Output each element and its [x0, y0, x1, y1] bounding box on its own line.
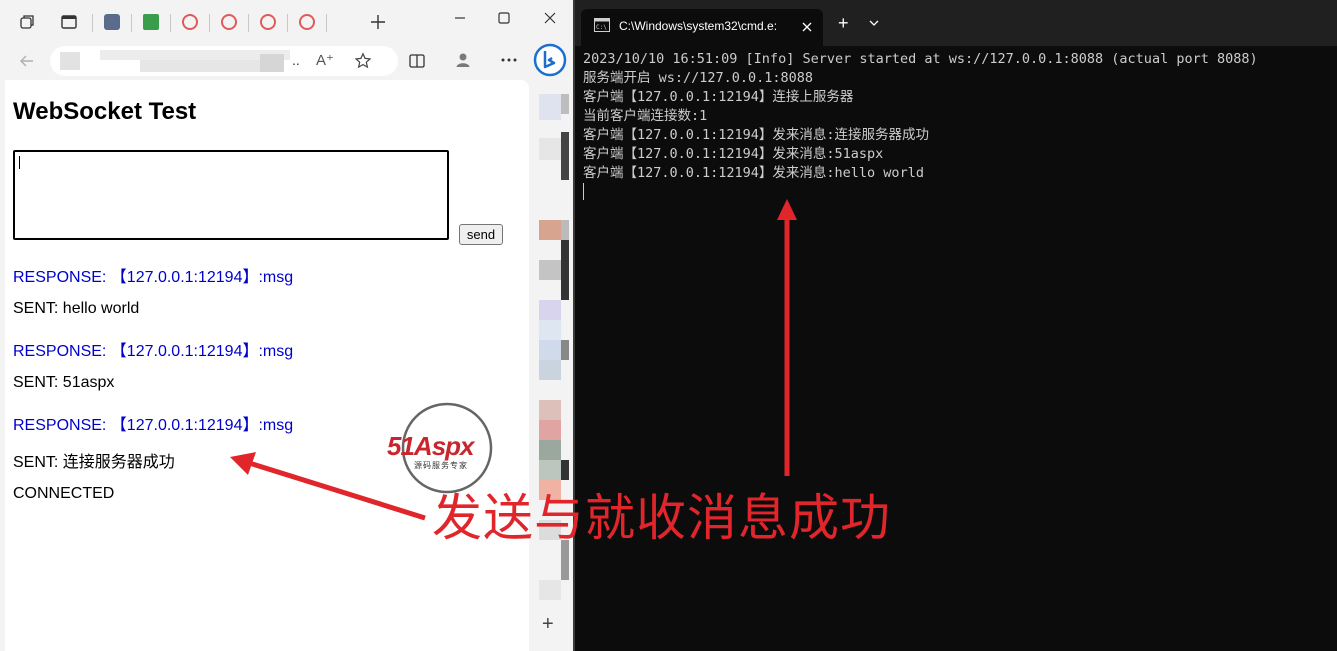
- browser-tab-bar: [0, 0, 574, 42]
- back-arrow-icon[interactable]: [18, 52, 36, 70]
- url-ellipsis: ..: [292, 52, 300, 68]
- read-aloud-icon[interactable]: A⁺: [316, 51, 334, 69]
- favorite-star-icon[interactable]: [354, 52, 372, 70]
- log-line: RESPONSE: 【127.0.0.1:12194】:msg: [13, 417, 294, 434]
- url-blur: [260, 54, 284, 72]
- terminal-tab-title: C:\Windows\system32\cmd.e:: [619, 19, 778, 33]
- bing-copilot-icon[interactable]: [533, 43, 567, 77]
- more-options-icon[interactable]: [500, 51, 518, 69]
- log-line: RESPONSE: 【127.0.0.1:12194】:msg: [13, 343, 294, 360]
- blurred-sidebar-item: [539, 220, 561, 240]
- send-button[interactable]: send: [459, 224, 503, 245]
- blurred-sidebar-item: [561, 94, 569, 114]
- log-line: RESPONSE: 【127.0.0.1:12194】:msg: [13, 269, 294, 286]
- blurred-sidebar-item: [539, 520, 561, 540]
- terminal-line: 服务端开启 ws://127.0.0.1:8088: [583, 70, 814, 86]
- blurred-sidebar-item: [539, 138, 561, 160]
- tab-link-favicon[interactable]: [104, 14, 120, 30]
- split-screen-icon[interactable]: [408, 52, 426, 70]
- web-page: WebSocket Test send RESPONSE: 【127.0.0.1…: [5, 80, 529, 651]
- tab-separator: [209, 14, 210, 32]
- blurred-sidebar-item: [539, 420, 561, 440]
- tab-actions-icon[interactable]: [60, 13, 78, 31]
- blurred-sidebar-item: [539, 480, 561, 500]
- tab-separator: [170, 14, 171, 32]
- message-input[interactable]: [13, 150, 449, 240]
- workspaces-icon[interactable]: [18, 13, 36, 31]
- terminal-line: 客户端【127.0.0.1:12194】发来消息:51aspx: [583, 146, 884, 162]
- terminal-line: 客户端【127.0.0.1:12194】连接上服务器: [583, 89, 854, 105]
- tab-g-favicon[interactable]: [221, 14, 237, 30]
- terminal-cursor: [583, 183, 584, 200]
- tab-separator: [326, 14, 327, 32]
- blurred-sidebar-item: [539, 320, 561, 340]
- tab-g-favicon[interactable]: [260, 14, 276, 30]
- blurred-sidebar-item: [561, 132, 569, 180]
- terminal-line: 客户端【127.0.0.1:12194】发来消息:hello world: [583, 165, 924, 181]
- chevron-down-icon[interactable]: [869, 19, 879, 27]
- profile-icon[interactable]: [454, 51, 472, 69]
- blurred-sidebar-item: [561, 540, 569, 580]
- new-tab-icon[interactable]: [369, 13, 387, 31]
- maximize-icon[interactable]: [491, 8, 517, 28]
- log-line: SENT: hello world: [13, 300, 140, 317]
- address-row: .. A⁺: [0, 42, 574, 80]
- url-blur: [140, 60, 280, 72]
- blurred-sidebar-item: [539, 440, 561, 460]
- log-line: SENT: 51aspx: [13, 374, 115, 391]
- terminal-line: 客户端【127.0.0.1:12194】发来消息:连接服务器成功: [583, 127, 930, 143]
- address-bar[interactable]: .. A⁺: [50, 46, 398, 76]
- blurred-sidebar-item: [561, 460, 569, 480]
- terminal-output[interactable]: 2023/10/10 16:51:09 [Info] Server starte…: [583, 50, 1258, 183]
- add-sidebar-app-button[interactable]: +: [542, 613, 554, 636]
- cmd-icon: C:\: [594, 18, 610, 32]
- log-line: CONNECTED: [13, 485, 115, 502]
- blurred-sidebar-item: [539, 94, 561, 120]
- svg-text:C:\: C:\: [596, 24, 607, 31]
- blurred-sidebar-item: [561, 240, 569, 300]
- minimize-icon[interactable]: [447, 8, 473, 28]
- blurred-sidebar-item: [539, 460, 561, 480]
- terminal-window: C:\ C:\Windows\system32\cmd.e: + 2023/10…: [575, 0, 1337, 651]
- new-terminal-tab-button[interactable]: +: [838, 13, 849, 34]
- terminal-line: 当前客户端连接数:1: [583, 108, 708, 124]
- blurred-sidebar-item: [561, 220, 569, 240]
- tab-separator: [287, 14, 288, 32]
- sidebar-strip: +: [531, 80, 574, 651]
- tab-separator: [131, 14, 132, 32]
- terminal-tab-bar: C:\ C:\Windows\system32\cmd.e: +: [575, 0, 1337, 46]
- log-line: SENT: 连接服务器成功: [13, 454, 175, 471]
- tab-separator: [92, 14, 93, 32]
- tab-g-favicon[interactable]: [299, 14, 315, 30]
- text-caret: [19, 156, 20, 169]
- blurred-sidebar-item: [539, 360, 561, 380]
- terminal-tab[interactable]: C:\ C:\Windows\system32\cmd.e:: [581, 9, 823, 46]
- url-blur: [60, 52, 80, 70]
- tab-close-icon[interactable]: [801, 21, 813, 33]
- browser-window: .. A⁺ WebSocket Test send RESPONSE: 【127…: [0, 0, 574, 651]
- tab-g-favicon[interactable]: [182, 14, 198, 30]
- blurred-sidebar-item: [561, 340, 569, 360]
- blurred-sidebar-item: [539, 340, 561, 360]
- page-title: WebSocket Test: [13, 98, 197, 125]
- tab-sheet-favicon[interactable]: [143, 14, 159, 30]
- terminal-line: 2023/10/10 16:51:09 [Info] Server starte…: [583, 51, 1258, 67]
- close-icon[interactable]: [537, 8, 563, 28]
- blurred-sidebar-item: [539, 580, 561, 600]
- blurred-sidebar-item: [539, 400, 561, 420]
- tab-separator: [248, 14, 249, 32]
- blurred-sidebar-item: [539, 300, 561, 320]
- blurred-sidebar-item: [539, 260, 561, 280]
